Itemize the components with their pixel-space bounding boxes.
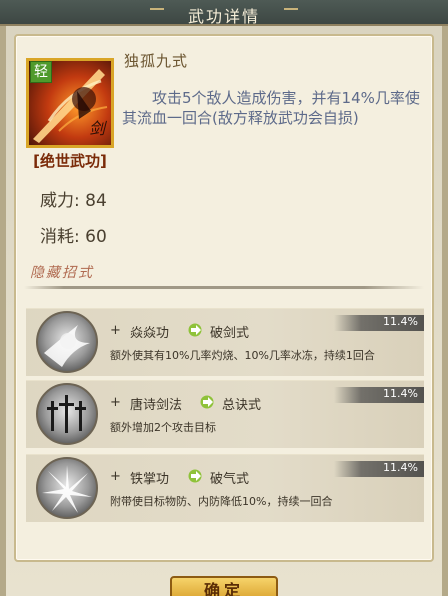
swords-icon xyxy=(36,383,98,445)
palm-strike-icon xyxy=(36,457,98,519)
dialog-title: 武功详情 xyxy=(187,7,260,26)
hidden-moves-title: 隐藏招式 xyxy=(30,265,94,281)
title-bar: 武功详情 xyxy=(0,0,448,26)
stat-cost-label: 消耗: xyxy=(40,227,80,247)
hidden-move-row[interactable]: 11.4% + 焱焱功 破剑式 额外使其有10%几率灼烧、10%几率冰冻，持续1… xyxy=(26,308,424,376)
move-result: 破剑式 xyxy=(210,326,250,341)
title-ornament-right xyxy=(284,8,298,18)
stat-cost: 消耗: 60 xyxy=(40,222,107,247)
move-name: 唐诗剑法 xyxy=(130,398,183,413)
move-plus: + xyxy=(110,469,121,484)
move-name: 焱焱功 xyxy=(130,326,170,341)
move-description: 额外增加2个攻击目标 xyxy=(110,421,216,434)
move-description: 额外使其有10%几率灼烧、10%几率冰冻，持续1回合 xyxy=(110,349,375,362)
arrow-right-icon xyxy=(200,395,214,409)
confirm-button[interactable]: 确定 xyxy=(170,576,278,596)
move-plus: + xyxy=(110,395,121,410)
skill-icon-glyph: 剑 xyxy=(88,119,105,138)
section-divider xyxy=(24,286,424,289)
move-result: 破气式 xyxy=(210,472,250,487)
skill-rank-label: [绝世武功] xyxy=(33,152,107,170)
stat-power-label: 威力: xyxy=(40,191,80,211)
burst-icon xyxy=(36,311,98,373)
skill-name: 独孤九式 xyxy=(124,52,189,70)
hidden-move-row[interactable]: 11.4% + 铁掌功 破气式 附带使目标物防、内防降低10%，持续一回合 xyxy=(26,454,424,522)
move-result: 总诀式 xyxy=(222,398,262,413)
arrow-right-icon xyxy=(188,323,202,337)
stat-cost-value: 60 xyxy=(85,227,107,247)
hidden-move-row[interactable]: 11.4% + 唐诗剑法 总诀式 额外增加2个攻击目标 xyxy=(26,380,424,448)
arrow-right-icon xyxy=(188,469,202,483)
move-rate: 11.4% xyxy=(383,315,418,328)
stat-power-value: 84 xyxy=(85,191,107,211)
move-plus: + xyxy=(110,323,121,338)
skill-description: 攻击5个敌人造成伤害，并有14%几率使其流血一回合(敌方释放武功会自损) xyxy=(122,89,420,127)
move-name: 铁掌功 xyxy=(130,472,170,487)
stat-power: 威力: 84 xyxy=(40,186,107,211)
move-rate: 11.4% xyxy=(383,387,418,400)
move-description: 附带使目标物防、内防降低10%，持续一回合 xyxy=(110,495,333,508)
move-rate: 11.4% xyxy=(383,461,418,474)
skill-type-badge: 轻 xyxy=(30,61,52,83)
